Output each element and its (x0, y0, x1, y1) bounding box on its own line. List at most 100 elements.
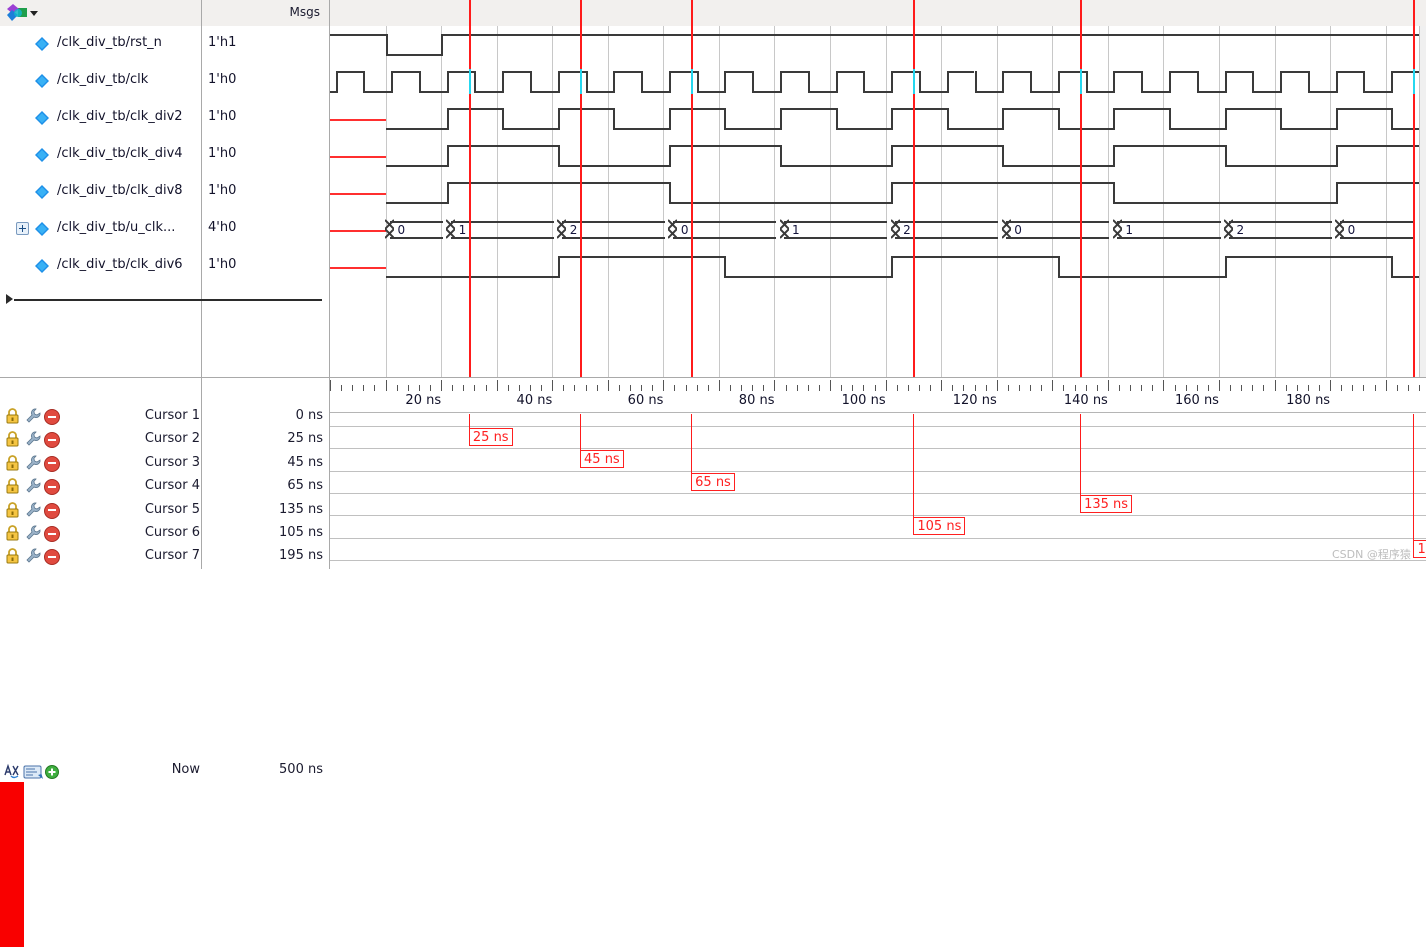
remove-icon[interactable] (44, 502, 60, 519)
cursor-label: Cursor 7 (144, 548, 200, 564)
wave-edge (1335, 145, 1338, 167)
cursor-line-3[interactable] (580, 0, 583, 377)
wave-row (330, 174, 1419, 211)
signal-row[interactable]: /clk_div_tb/u_clk... (0, 211, 201, 248)
cursor-time-value[interactable]: 0 ns (205, 408, 323, 423)
lock-icon[interactable] (4, 547, 21, 564)
minor-tick (985, 385, 987, 391)
names-scroll-thumb[interactable] (6, 294, 13, 304)
remove-icon[interactable] (44, 409, 60, 425)
wave-objects-icon[interactable] (7, 4, 29, 22)
cursor-time-badge[interactable]: 65 ns (691, 472, 735, 491)
chevron-down-icon[interactable] (30, 11, 38, 16)
wrench-icon[interactable] (24, 524, 42, 541)
wave-edge (1113, 108, 1116, 130)
signal-row[interactable]: /clk_div_tb/clk_div8 (0, 174, 201, 211)
cursor-time-badge[interactable]: 135 ns (1080, 494, 1133, 513)
wave-segment (918, 91, 947, 93)
signal-row[interactable]: /clk_div_tb/rst_n (0, 26, 201, 63)
cursor-time-value[interactable]: 135 ns (205, 502, 323, 517)
remove-icon[interactable] (44, 479, 60, 496)
wave-segment (1168, 71, 1197, 73)
cursor-time-value[interactable]: 25 ns (205, 431, 323, 446)
wave-edge (1113, 145, 1116, 167)
signal-row[interactable]: /clk_div_tb/clk_div4 (0, 137, 201, 174)
wave-segment (835, 128, 892, 130)
cursor-row-separator (330, 448, 1426, 450)
cursor-line-6[interactable] (913, 0, 916, 377)
wave-edge (557, 256, 560, 278)
remove-icon[interactable] (44, 432, 60, 449)
cursor-time-value[interactable]: 45 ns (205, 455, 323, 470)
lock-icon[interactable] (4, 454, 21, 471)
minor-tick (1174, 385, 1176, 391)
wave-segment (1224, 165, 1336, 167)
bus-value-label: 1 (458, 223, 467, 237)
bus-transition (779, 219, 789, 239)
cursor-row-separator (330, 537, 1426, 539)
header-divider-2 (329, 0, 330, 26)
cursor-time-badge[interactable]: 25 ns (468, 428, 513, 446)
expand-icon[interactable] (16, 222, 29, 235)
signal-row[interactable]: /clk_div_tb/clk (0, 63, 201, 100)
cursor-line-2[interactable] (468, 0, 471, 377)
minor-tick (652, 385, 654, 391)
wrench-icon[interactable] (24, 477, 42, 494)
cursor-crossing-marker (1080, 69, 1083, 94)
cursor-time-value[interactable]: 105 ns (205, 525, 323, 540)
major-tick (1274, 380, 1276, 391)
cursor-line-7[interactable] (1413, 0, 1416, 377)
wave-edge (363, 71, 366, 93)
time-tick-label: 100 ns (841, 393, 886, 408)
cursor-row[interactable]: Cursor 6 105 ns (0, 521, 329, 544)
wave-segment (450, 237, 554, 239)
cursor-row[interactable]: Cursor 4 65 ns (0, 474, 329, 497)
minor-tick (1063, 385, 1065, 391)
cursor-row[interactable]: Cursor 2 25 ns (0, 427, 329, 450)
lock-icon[interactable] (4, 407, 21, 424)
wave-row (330, 100, 1419, 137)
signal-row[interactable]: /clk_div_tb/clk_div6 (0, 248, 201, 285)
lock-icon[interactable] (4, 501, 21, 518)
wave-edge (1085, 71, 1088, 93)
lock-icon[interactable] (4, 524, 21, 541)
signal-value: 1'h0 (208, 183, 237, 198)
cursor-row[interactable]: Cursor 5 135 ns (0, 498, 329, 521)
wave-vertical-scrollbar[interactable] (1419, 26, 1426, 377)
cursor-label: Cursor 2 (144, 431, 200, 447)
waveform-canvas[interactable]: 0 1 2 0 1 2 0 1 2 0 (330, 26, 1419, 377)
wave-edge (557, 108, 560, 130)
wrench-icon[interactable] (24, 407, 42, 424)
cursor-line-5[interactable] (1080, 0, 1083, 377)
major-tick (1218, 380, 1220, 391)
cursor-row[interactable]: Cursor 1 0 ns (0, 404, 329, 427)
wrench-icon[interactable] (24, 547, 42, 564)
wrench-icon[interactable] (24, 430, 42, 447)
cursor-line-4[interactable] (691, 0, 694, 377)
minor-tick (530, 385, 532, 391)
cursor-row[interactable]: Cursor 7 195 ns (0, 544, 329, 567)
remove-icon[interactable] (44, 526, 60, 542)
remove-icon[interactable] (44, 549, 60, 566)
wave-segment (1280, 128, 1336, 130)
minor-tick (452, 385, 454, 391)
remove-icon[interactable] (44, 455, 60, 472)
time-ruler[interactable]: 20 ns 40 ns 60 ns 80 ns 100 ns 120 ns 140 ns 16… (330, 378, 1420, 414)
cursor-time-badge[interactable]: 45 ns (580, 450, 624, 469)
wrench-icon[interactable] (24, 501, 42, 518)
lock-icon[interactable] (4, 430, 21, 447)
lock-icon[interactable] (4, 477, 21, 494)
header-divider-1 (201, 0, 202, 26)
cursor-time-value[interactable]: 195 ns (205, 548, 323, 563)
wave-segment (1113, 108, 1169, 110)
wave-segment (1224, 256, 1392, 258)
wrench-icon[interactable] (24, 454, 42, 471)
cursor-stem (1080, 414, 1082, 495)
signal-row[interactable]: /clk_div_tb/clk_div2 (0, 100, 201, 137)
cursor-row[interactable]: Cursor 3 45 ns (0, 451, 329, 474)
cursor-time-badge[interactable]: 105 ns (913, 517, 966, 536)
cursor-time-value[interactable]: 65 ns (205, 478, 323, 493)
wave-edge (557, 145, 560, 167)
cursor-time-badge[interactable]: 195 ns (1413, 539, 1426, 558)
names-scroll-track[interactable] (14, 299, 322, 301)
